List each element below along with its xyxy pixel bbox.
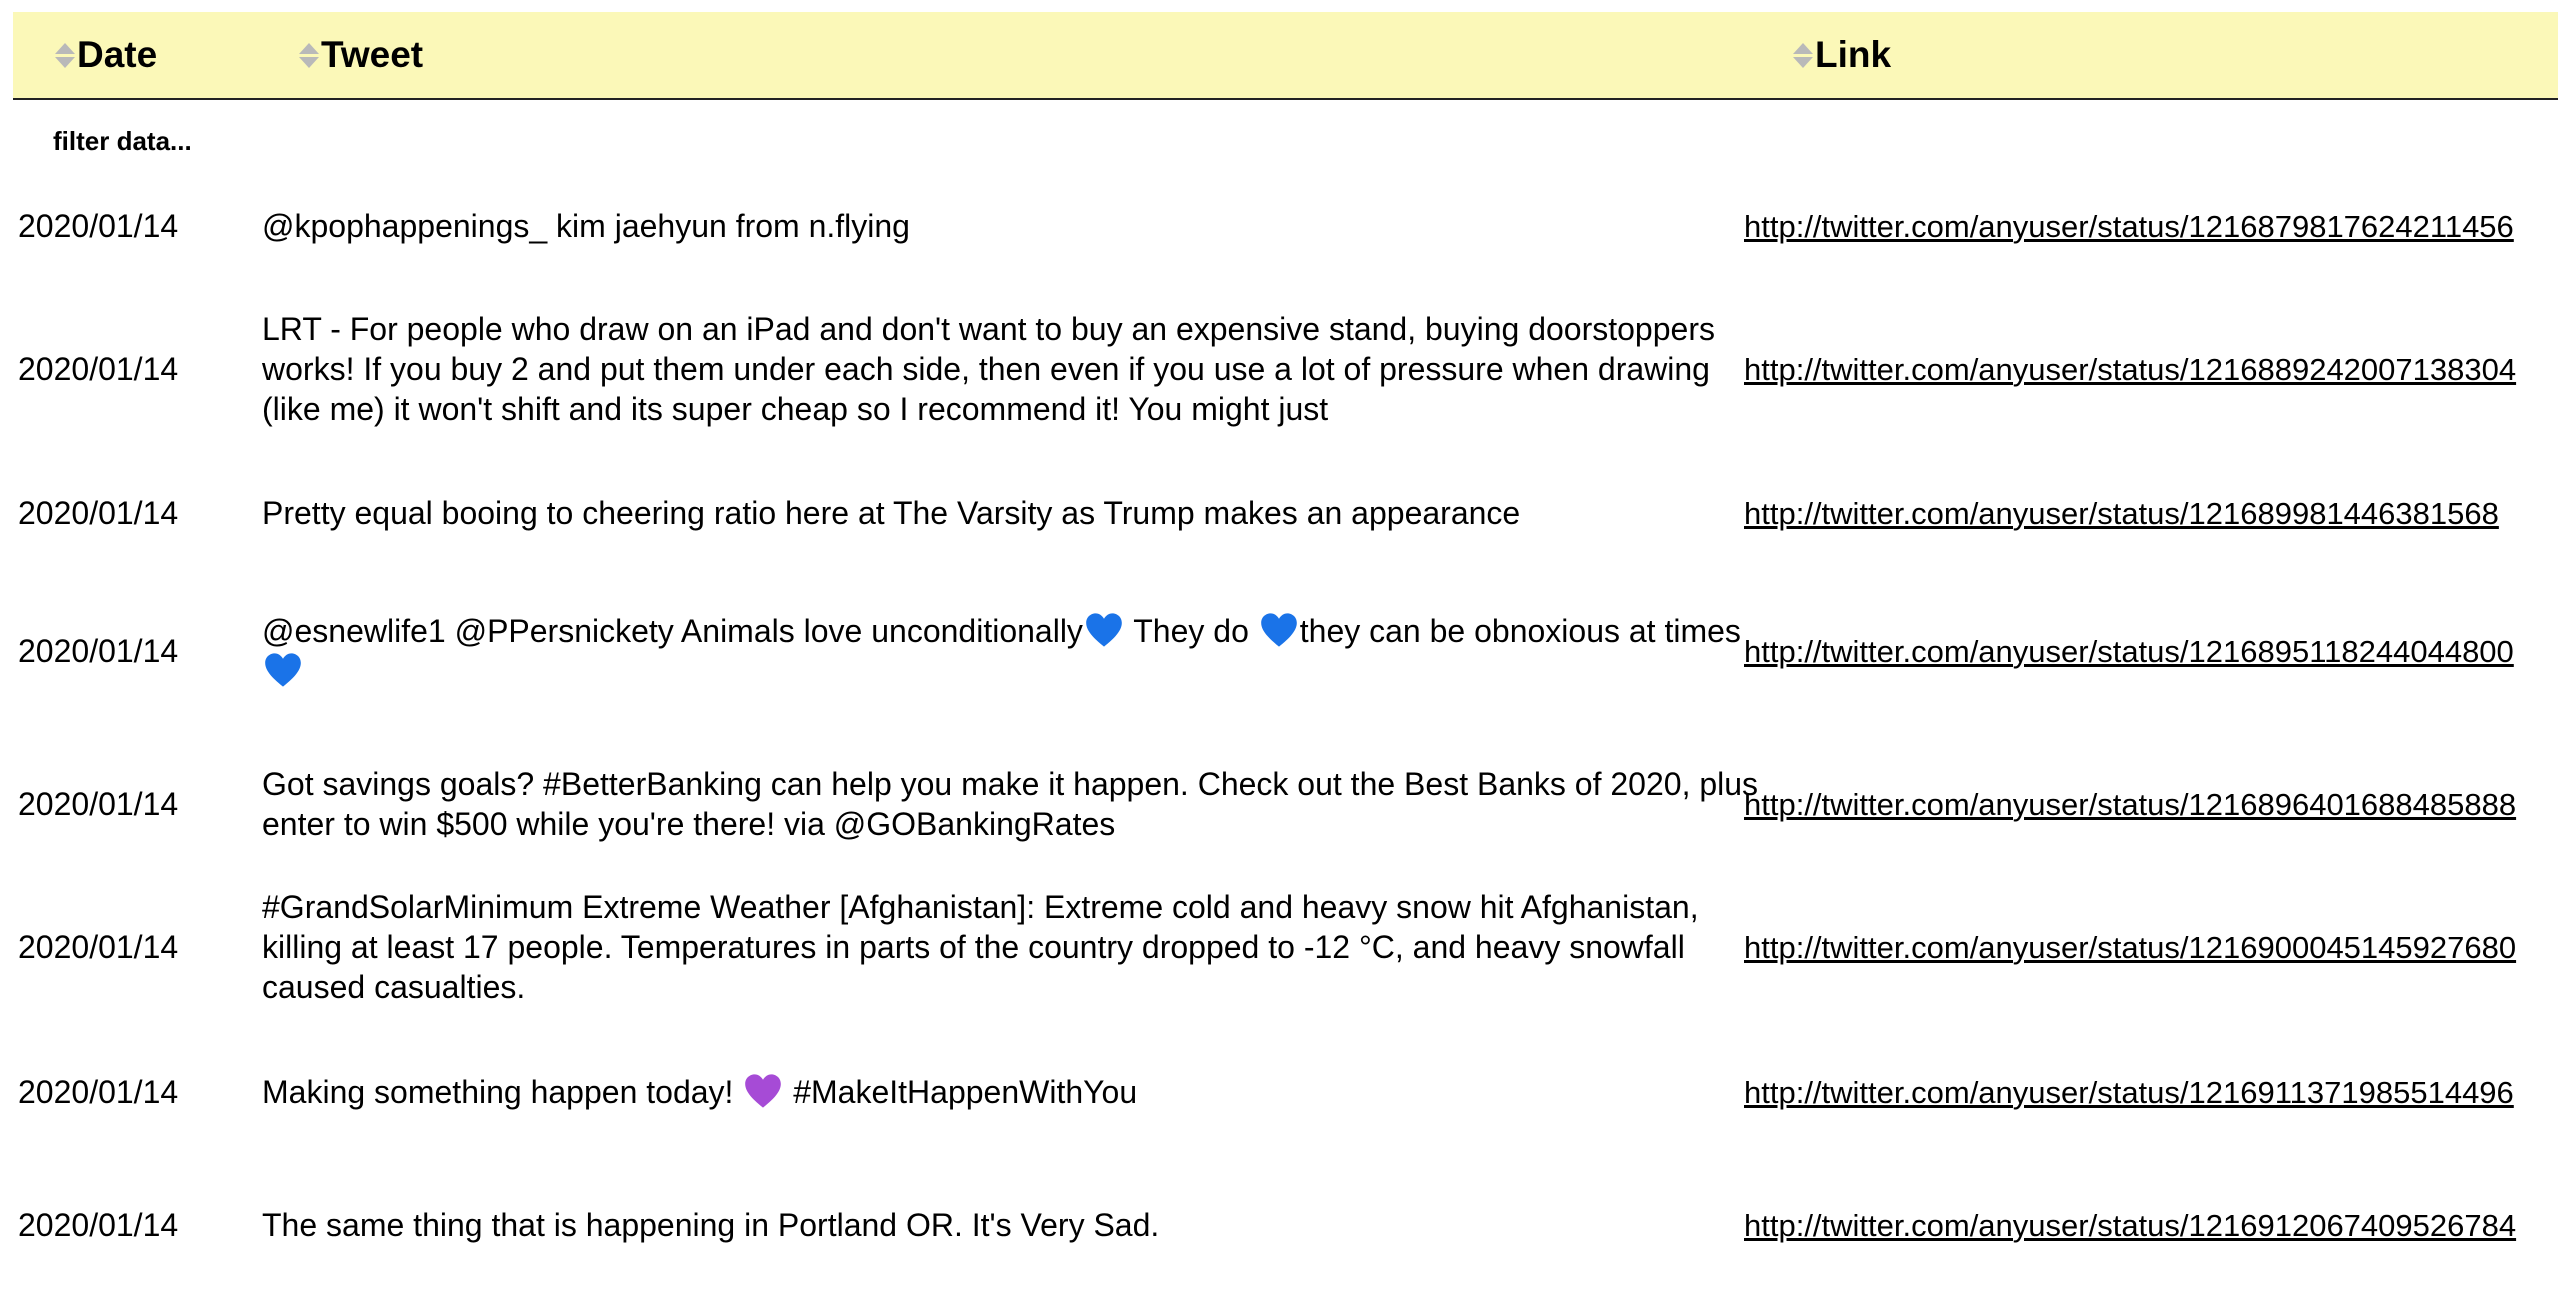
tweet-cell: Got savings goals? #BetterBanking can he…	[262, 766, 1759, 842]
filter-row	[13, 99, 2558, 178]
column-header-link[interactable]: Link	[1772, 12, 2558, 100]
table-row: 2020/01/14 Making something happen today…	[13, 1026, 2558, 1158]
table-row: 2020/01/14 LRT - For people who draw on …	[13, 274, 2558, 464]
date-cell: 2020/01/14	[18, 1207, 179, 1243]
tweet-link[interactable]: http://twitter.com/anyuser/status/121691…	[1744, 1073, 2514, 1113]
tweet-text-part: they can be obnoxious at times	[1299, 613, 1741, 649]
tweet-link[interactable]: http://twitter.com/anyuser/status/121690…	[1744, 928, 2516, 968]
tweets-table: Date Tweet Link 2020/0	[13, 12, 2558, 1292]
data-table-container: Date Tweet Link 2020/0	[13, 12, 2558, 1292]
date-cell: 2020/01/14	[18, 929, 179, 965]
date-cell: 2020/01/14	[18, 495, 179, 531]
table-row: 2020/01/14 Pretty equal booing to cheeri…	[13, 464, 2558, 562]
tweet-text-part: Making something happen today!	[262, 1074, 743, 1110]
date-cell: 2020/01/14	[18, 1074, 179, 1110]
tweet-link[interactable]: http://twitter.com/anyuser/status/121691…	[1744, 1206, 2516, 1246]
date-cell: 2020/01/14	[18, 208, 179, 244]
table-row: 2020/01/14 #GrandSolarMinimum Extreme We…	[13, 868, 2558, 1026]
blue-heart-icon	[1260, 613, 1297, 647]
tweet-text-part: @esnewlife1 @PPersnickety Animals love u…	[262, 613, 1083, 649]
tweet-cell: Making something happen today! #MakeItHa…	[262, 1026, 1772, 1158]
tweet-text-part: They do	[1124, 613, 1258, 649]
tweet-cell: The same thing that is happening in Port…	[262, 1207, 1160, 1243]
tweet-link[interactable]: http://twitter.com/anyuser/status/121689…	[1744, 494, 2499, 534]
sort-icon[interactable]	[1793, 38, 1815, 72]
column-header-label: Tweet	[321, 34, 424, 75]
tweet-text-part: #MakeItHappenWithYou	[784, 1074, 1138, 1110]
blue-heart-icon	[265, 653, 301, 687]
date-cell: 2020/01/14	[18, 786, 179, 822]
tweet-cell: @esnewlife1 @PPersnickety Animals love u…	[262, 562, 1772, 740]
table-header-row: Date Tweet Link	[13, 12, 2558, 100]
tweet-cell: Pretty equal booing to cheering ratio he…	[262, 495, 1521, 531]
tweet-cell: #GrandSolarMinimum Extreme Weather [Afgh…	[262, 889, 1699, 1005]
sort-icon[interactable]	[299, 38, 321, 72]
tweet-link[interactable]: http://twitter.com/anyuser/status/121688…	[1744, 350, 2516, 390]
tweet-cell: LRT - For people who draw on an iPad and…	[262, 311, 1715, 427]
date-cell: 2020/01/14	[18, 351, 179, 387]
tweet-link[interactable]: http://twitter.com/anyuser/status/121689…	[1744, 785, 2516, 825]
table-row: 2020/01/14 @kpophappenings_ kim jaehyun …	[13, 178, 2558, 274]
date-cell: 2020/01/14	[18, 633, 179, 669]
sort-icon[interactable]	[55, 38, 77, 72]
column-header-tweet[interactable]: Tweet	[262, 12, 1772, 100]
column-header-date[interactable]: Date	[13, 12, 262, 100]
purple-heart-icon	[745, 1074, 782, 1108]
tweet-cell: @kpophappenings_ kim jaehyun from n.flyi…	[262, 208, 910, 244]
blue-heart-icon	[1086, 613, 1122, 647]
table-row: 2020/01/14 @esnewlife1 @PPersnickety Ani…	[13, 562, 2558, 740]
table-row: 2020/01/14 Got savings goals? #BetterBan…	[13, 740, 2558, 868]
table-row: 2020/01/14 The same thing that is happen…	[13, 1158, 2558, 1292]
tweet-link[interactable]: http://twitter.com/anyuser/status/121689…	[1744, 632, 2514, 672]
filter-data-input[interactable]	[53, 126, 273, 157]
column-header-label: Date	[77, 34, 158, 75]
tweet-link[interactable]: http://twitter.com/anyuser/status/121687…	[1744, 207, 2514, 247]
column-header-label: Link	[1815, 34, 1892, 75]
